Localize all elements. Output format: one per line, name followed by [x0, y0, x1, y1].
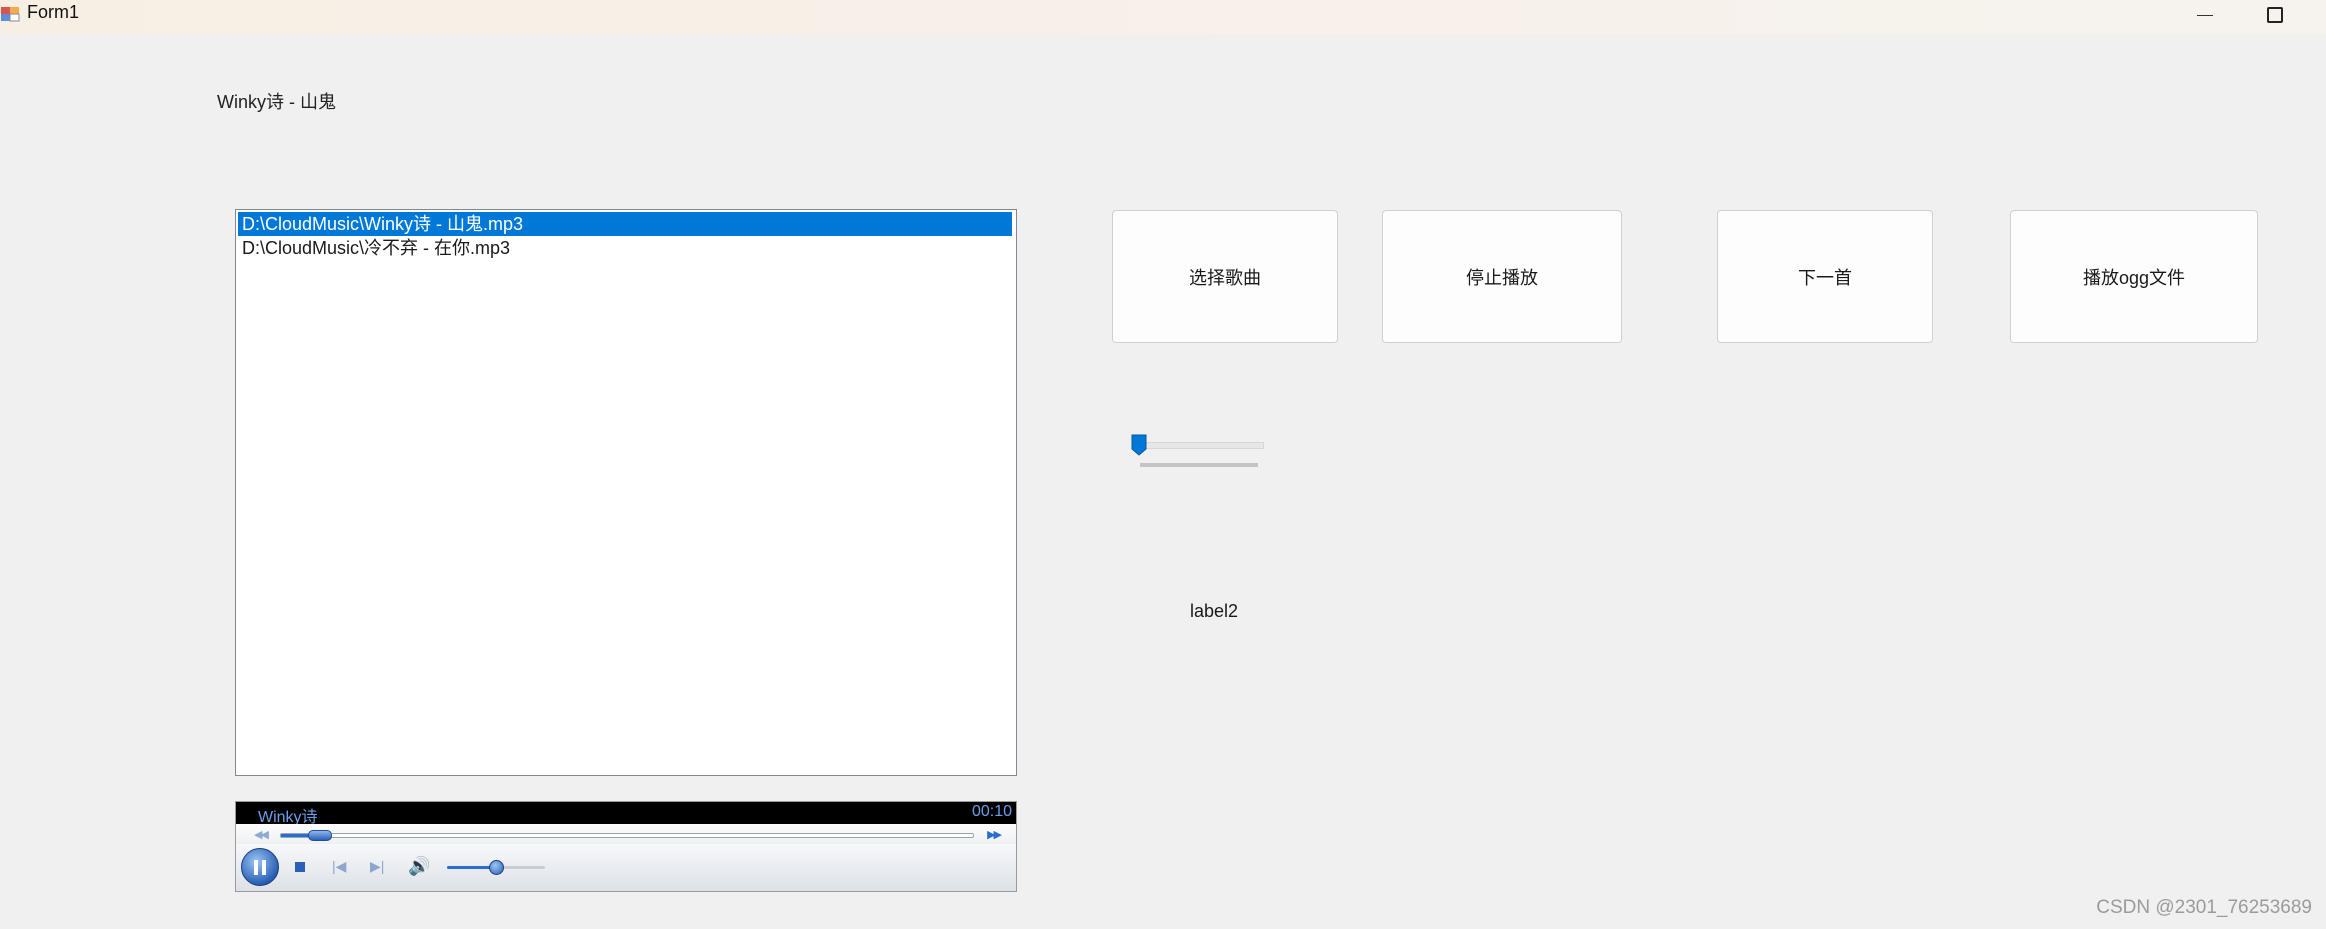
current-song-label: Winky诗 - 山鬼	[217, 92, 336, 112]
player-time: 00:10	[971, 803, 1012, 820]
minimize-icon	[2197, 14, 2213, 16]
maximize-icon	[2267, 7, 2283, 23]
volume-trackbar[interactable]	[1130, 432, 1270, 472]
list-item[interactable]: D:\CloudMusic\Winky诗 - 山鬼.mp3	[238, 212, 1012, 236]
next-icon[interactable]: ▶|	[370, 858, 384, 875]
maximize-button[interactable]	[2250, 0, 2300, 30]
stop-play-button[interactable]: 停止播放	[1382, 210, 1622, 343]
app-icon	[1, 7, 20, 22]
pause-icon	[254, 859, 258, 875]
player-info-bar: Winky诗 00:10	[236, 802, 1016, 826]
volume-icon[interactable]: 🔊	[408, 856, 430, 877]
label2: label2	[1190, 601, 1239, 621]
pause-button[interactable]	[241, 848, 279, 886]
previous-icon[interactable]: |◀	[332, 858, 346, 875]
window-title: Form1	[27, 2, 80, 22]
watermark: CSDN @2301_76253689	[2096, 897, 2312, 918]
seek-thumb[interactable]	[307, 830, 332, 841]
rewind-icon[interactable]: ◀◀	[254, 828, 269, 841]
volume-slider[interactable]	[447, 860, 545, 875]
media-player: Winky诗 00:10 ◀◀ ▶▶ |◀ ▶| 🔊	[235, 801, 1017, 892]
trackbar-channel	[1140, 442, 1264, 449]
next-track-button[interactable]: 下一首	[1717, 210, 1933, 343]
playlist-listbox[interactable]: D:\CloudMusic\Winky诗 - 山鬼.mp3 D:\CloudMu…	[235, 209, 1017, 776]
volume-thumb[interactable]	[489, 860, 504, 875]
stop-icon[interactable]	[295, 862, 305, 872]
seek-slider[interactable]	[280, 830, 974, 841]
player-seek-row: ◀◀ ▶▶	[236, 824, 1016, 844]
fast-forward-icon[interactable]: ▶▶	[987, 828, 1002, 841]
trackbar-ticks	[1140, 463, 1258, 467]
select-song-button[interactable]: 选择歌曲	[1112, 210, 1338, 343]
play-ogg-button[interactable]: 播放ogg文件	[2010, 210, 2258, 343]
list-item[interactable]: D:\CloudMusic\冷不弃 - 在你.mp3	[238, 236, 1012, 260]
trackbar-thumb[interactable]	[1131, 434, 1147, 456]
title-bar: Form1	[0, 0, 2326, 34]
player-controls: |◀ ▶| 🔊	[236, 844, 1016, 891]
minimize-button[interactable]	[2180, 0, 2230, 30]
